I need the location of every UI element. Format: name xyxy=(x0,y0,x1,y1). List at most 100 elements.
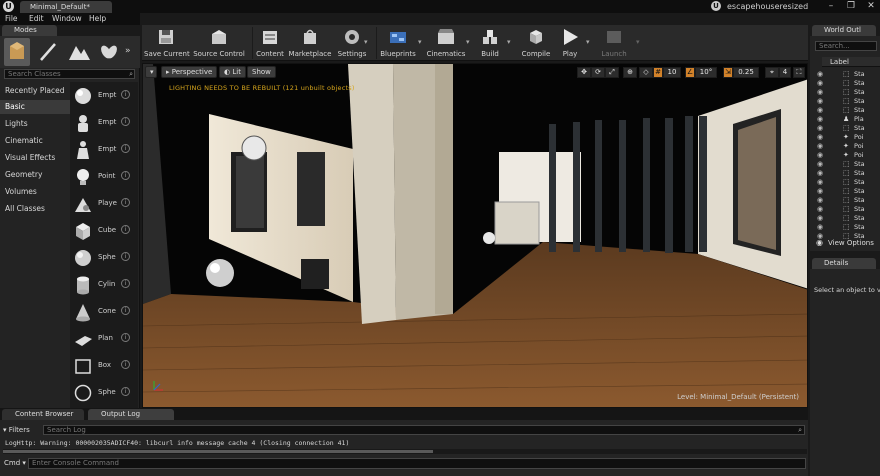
place-mode-icon[interactable] xyxy=(4,38,30,66)
lit-button[interactable]: ◐ Lit xyxy=(219,66,246,78)
info-icon[interactable]: i xyxy=(121,198,130,207)
maximize-viewport-icon[interactable]: ⛶ xyxy=(793,67,805,78)
category-all-classes[interactable]: All Classes xyxy=(0,202,70,216)
scale-tool-icon[interactable]: ⤢ xyxy=(605,67,619,78)
place-item-sphere-trigger[interactable]: Sphe i xyxy=(72,381,136,405)
place-item-empty-actor[interactable]: Empt i xyxy=(72,84,136,108)
close-button[interactable]: ✕ xyxy=(860,0,880,13)
outliner-row[interactable]: ◉ ✦ Poi xyxy=(810,142,880,151)
visibility-eye-icon[interactable]: ◉ xyxy=(817,80,825,87)
play-dropdown-chevron-icon[interactable]: ▾ xyxy=(586,38,590,46)
blueprints-button[interactable]: Blueprints ▾ xyxy=(378,25,422,61)
console-command-input[interactable]: Enter Console Command xyxy=(28,458,806,469)
grid-snap-value[interactable]: 10 xyxy=(663,67,681,78)
visibility-eye-icon[interactable]: ◉ xyxy=(817,179,825,186)
info-icon[interactable]: i xyxy=(121,117,130,126)
visibility-eye-icon[interactable]: ◉ xyxy=(817,71,825,78)
visibility-eye-icon[interactable]: ◉ xyxy=(817,134,825,141)
category-recently-placed[interactable]: Recently Placed xyxy=(0,84,70,98)
settings-dropdown-chevron-icon[interactable]: ▾ xyxy=(364,38,368,46)
place-item-cone[interactable]: Cone i xyxy=(72,300,136,324)
outliner-search-input[interactable]: Search... xyxy=(815,41,877,51)
visibility-eye-icon[interactable]: ◉ xyxy=(817,161,825,168)
category-basic[interactable]: Basic xyxy=(0,100,70,114)
settings-button[interactable]: Settings ▾ xyxy=(336,25,368,61)
scrollbar-thumb[interactable] xyxy=(3,450,433,453)
level-document-tab[interactable]: Minimal_Default* xyxy=(20,1,112,13)
visibility-eye-icon[interactable]: ◉ xyxy=(817,170,825,177)
info-icon[interactable]: i xyxy=(121,387,130,396)
outliner-row[interactable]: ◉ ⬚ Sta xyxy=(810,88,880,97)
category-geometry[interactable]: Geometry xyxy=(0,168,70,182)
menu-file[interactable]: File xyxy=(5,14,18,23)
visibility-eye-icon[interactable]: ◉ xyxy=(817,116,825,123)
visibility-eye-icon[interactable]: ◉ xyxy=(817,152,825,159)
more-modes-chevron-icon[interactable]: » xyxy=(125,46,131,56)
world-outliner-tab[interactable]: World Outl xyxy=(812,25,876,36)
search-classes-input[interactable]: Search Classes ⌕ xyxy=(4,69,135,79)
visibility-eye-icon[interactable]: ◉ xyxy=(817,197,825,204)
build-button[interactable]: Build ▾ xyxy=(474,25,511,61)
info-icon[interactable]: i xyxy=(121,225,130,234)
outliner-row[interactable]: ◉ ⬚ Sta xyxy=(810,70,880,79)
filters-button[interactable]: ▾ Filters xyxy=(3,425,39,435)
outliner-row[interactable]: ◉ ⬚ Sta xyxy=(810,79,880,88)
viewport-options-chevron-icon[interactable]: ▾ xyxy=(145,66,157,78)
rotation-snap-toggle-icon[interactable]: ∠ xyxy=(685,67,695,78)
outliner-row[interactable]: ◉ ⬚ Sta xyxy=(810,196,880,205)
paint-mode-icon[interactable] xyxy=(35,38,61,66)
outliner-row[interactable]: ◉ ✦ Poi xyxy=(810,133,880,142)
surface-snap-icon[interactable]: ◇ xyxy=(639,67,653,78)
outliner-row[interactable]: ◉ ♟ Pla xyxy=(810,115,880,124)
place-item-point-light[interactable]: Point i xyxy=(72,165,136,189)
visibility-eye-icon[interactable]: ◉ xyxy=(817,143,825,150)
build-dropdown-chevron-icon[interactable]: ▾ xyxy=(507,38,511,46)
outliner-row[interactable]: ◉ ⬚ Sta xyxy=(810,187,880,196)
outliner-row[interactable]: ◉ ⬚ Sta xyxy=(810,214,880,223)
scale-snap-value[interactable]: 0.25 xyxy=(733,67,759,78)
play-button[interactable]: Play ▾ xyxy=(556,25,590,61)
content-button[interactable]: Content xyxy=(254,25,286,61)
foliage-mode-icon[interactable] xyxy=(96,38,122,66)
perspective-button[interactable]: ▸ Perspective xyxy=(161,66,218,78)
launch-button[interactable]: Launch ▾ xyxy=(594,25,640,61)
category-lights[interactable]: Lights xyxy=(0,117,70,131)
visibility-eye-icon[interactable]: ◉ xyxy=(817,125,825,132)
log-horizontal-scrollbar[interactable] xyxy=(3,449,807,454)
details-tab[interactable]: Details xyxy=(812,258,876,269)
place-item-player-start[interactable]: Playe i xyxy=(72,192,136,216)
visibility-eye-icon[interactable]: ◉ xyxy=(817,188,825,195)
launch-dropdown-chevron-icon[interactable]: ▾ xyxy=(636,38,640,46)
level-viewport[interactable]: ▾ ▸ Perspective ◐ Lit Show ✥ ⟳ ⤢ ⊕ ◇ # 1… xyxy=(142,63,808,408)
cinematics-dropdown-chevron-icon[interactable]: ▾ xyxy=(466,38,470,46)
info-icon[interactable]: i xyxy=(121,360,130,369)
menu-window[interactable]: Window xyxy=(52,14,82,23)
modes-tab[interactable]: Modes xyxy=(2,25,57,36)
search-log-input[interactable]: Search Log ⌕ xyxy=(43,425,805,435)
blueprints-dropdown-chevron-icon[interactable]: ▾ xyxy=(418,38,422,46)
visibility-eye-icon[interactable]: ◉ xyxy=(817,215,825,222)
place-item-box-trigger[interactable]: Box i xyxy=(72,354,136,378)
show-button[interactable]: Show xyxy=(247,66,276,78)
marketplace-button[interactable]: Marketplace xyxy=(288,25,332,61)
visibility-eye-icon[interactable]: ◉ xyxy=(817,98,825,105)
outliner-row[interactable]: ◉ ⬚ Sta xyxy=(810,124,880,133)
save-current-button[interactable]: Save Current xyxy=(144,25,190,61)
menu-help[interactable]: Help xyxy=(89,14,106,23)
cinematics-button[interactable]: Cinematics ▾ xyxy=(426,25,470,61)
info-icon[interactable]: i xyxy=(121,333,130,342)
category-volumes[interactable]: Volumes xyxy=(0,185,70,199)
landscape-mode-icon[interactable] xyxy=(66,38,92,66)
info-icon[interactable]: i xyxy=(121,279,130,288)
world-local-icon[interactable]: ⊕ xyxy=(623,67,637,78)
place-item-empty-pawn[interactable]: Empt i xyxy=(72,111,136,135)
restore-button[interactable]: ❐ xyxy=(840,0,862,13)
place-item-cube[interactable]: Cube i xyxy=(72,219,136,243)
rotation-snap-value[interactable]: 10° xyxy=(695,67,717,78)
menu-edit[interactable]: Edit xyxy=(29,14,44,23)
info-icon[interactable]: i xyxy=(121,252,130,261)
cmd-dropdown[interactable]: Cmd ▾ xyxy=(4,459,26,467)
grid-snap-toggle-icon[interactable]: # xyxy=(653,67,663,78)
outliner-row[interactable]: ◉ ⬚ Sta xyxy=(810,97,880,106)
outliner-row[interactable]: ◉ ⬚ Sta xyxy=(810,106,880,115)
